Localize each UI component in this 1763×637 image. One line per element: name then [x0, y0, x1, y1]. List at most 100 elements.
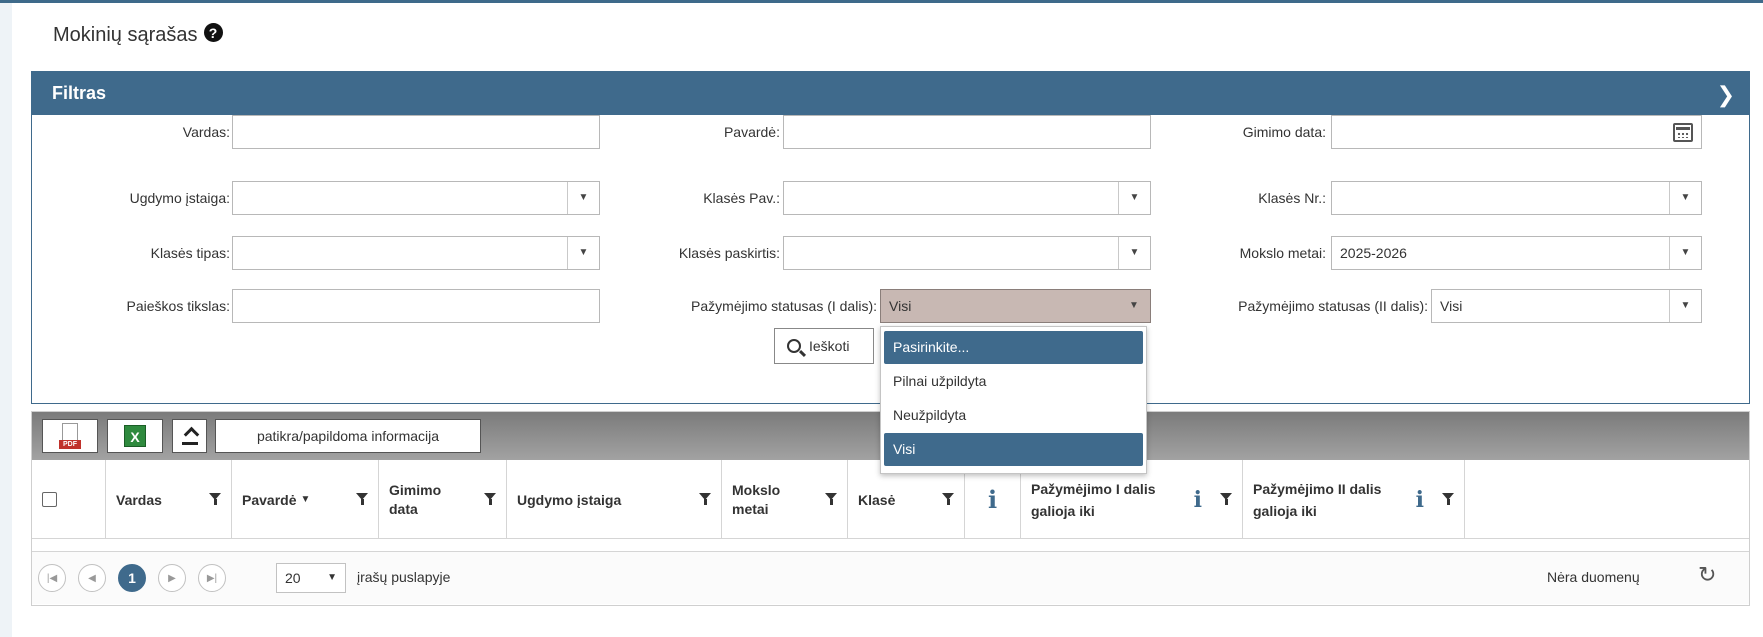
ugdymo-istaiga-select[interactable]: ▼: [232, 181, 600, 215]
info-check-label: patikra/papildoma informacija: [256, 428, 440, 444]
sort-desc-icon: ▼: [300, 494, 311, 505]
pager-status: Nėra duomenų: [1547, 569, 1640, 585]
last-page-button[interactable]: ▶|: [198, 564, 226, 592]
filter-icon[interactable]: [484, 493, 496, 505]
pavarde-input[interactable]: [783, 115, 1151, 149]
dropdown-option[interactable]: Pasirinkite...: [884, 331, 1143, 364]
klases-paskirtis-select[interactable]: ▼: [783, 236, 1151, 270]
klases-paskirtis-label: Klasės paskirtis:: [678, 245, 780, 261]
top-border: [0, 0, 1763, 3]
chevron-down-icon: ▼: [327, 572, 337, 583]
chevron-down-icon: ▼: [1669, 182, 1701, 214]
info-check-button[interactable]: patikra/papildoma informacija: [215, 419, 481, 453]
paieskos-tikslas-input[interactable]: [232, 289, 600, 323]
chevron-down-icon: ▼: [1118, 237, 1150, 269]
filter-icon[interactable]: [1220, 493, 1232, 505]
chevron-down-icon: ▼: [1129, 300, 1139, 311]
col-mokslo-metai[interactable]: Mokslo metai: [722, 460, 848, 539]
chevron-down-icon: ▼: [1669, 237, 1701, 269]
col-gimimo-data[interactable]: Gimimo data: [379, 460, 507, 539]
col-mokslo-metai-label: Mokslo metai: [732, 481, 781, 517]
pazymejimo-1-value: Visi: [889, 298, 912, 314]
col-vardas[interactable]: Vardas: [106, 460, 232, 539]
filter-icon[interactable]: [942, 493, 954, 505]
col-pavarde[interactable]: Pavardė ▼: [232, 460, 379, 539]
chevron-down-icon: ▼: [567, 237, 599, 269]
filter-icon[interactable]: [356, 493, 368, 505]
gimimo-data-label: Gimimo data:: [1242, 124, 1326, 140]
search-button[interactable]: Ieškoti: [774, 328, 874, 364]
pazymejimo-1-select[interactable]: Visi ▼: [880, 289, 1151, 323]
dropdown-option[interactable]: Neužpildyta: [884, 399, 1143, 432]
next-page-button[interactable]: ▶: [158, 564, 186, 592]
prev-page-button[interactable]: ◀: [78, 564, 106, 592]
pazymejimo-1-dropdown: Pasirinkite... Pilnai užpildyta Neužpild…: [880, 326, 1147, 474]
page-title: Mokinių sąrašas ?: [53, 23, 223, 47]
mokslo-metai-select[interactable]: 2025-2026 ▼: [1331, 236, 1702, 270]
pavarde-label: Pavardė:: [723, 124, 780, 140]
mokslo-metai-label: Mokslo metai:: [1239, 245, 1326, 261]
col-pazymejimo-2[interactable]: Pažymėjimo II dalis galioja iki i: [1243, 460, 1465, 539]
pdf-icon: PDF: [59, 423, 81, 449]
klases-pav-select[interactable]: ▼: [783, 181, 1151, 215]
upload-button[interactable]: [172, 419, 207, 453]
pazymejimo-1-label: Pažymėjimo statusas (I dalis):: [691, 298, 877, 314]
select-all-checkbox[interactable]: [42, 492, 57, 507]
select-all-column: [32, 460, 106, 539]
pazymejimo-2-value: Visi: [1440, 298, 1463, 314]
filter-icon[interactable]: [1442, 493, 1454, 505]
excel-icon: X: [124, 425, 146, 447]
klases-nr-label: Klasės Nr.:: [1258, 190, 1326, 206]
dropdown-option[interactable]: Visi: [884, 433, 1143, 466]
vardas-input[interactable]: [232, 115, 600, 149]
gimimo-data-input[interactable]: [1331, 115, 1702, 149]
col-klase-label: Klasė: [858, 491, 896, 508]
info-icon[interactable]: i: [988, 485, 997, 514]
chevron-right-icon[interactable]: ❯: [1717, 82, 1735, 108]
info-icon[interactable]: i: [1194, 489, 1202, 511]
filter-icon[interactable]: [209, 493, 221, 505]
current-page-button[interactable]: 1: [118, 564, 146, 592]
grid-body: [32, 539, 1749, 552]
search-button-label: Ieškoti: [809, 338, 850, 354]
mokslo-metai-value: 2025-2026: [1340, 245, 1407, 261]
filter-icon[interactable]: [825, 493, 837, 505]
klases-tipas-label: Klasės tipas:: [150, 245, 230, 261]
chevron-down-icon: ▼: [1669, 290, 1701, 322]
col-ugdymo-istaiga-label: Ugdymo įstaiga: [517, 491, 622, 508]
refresh-icon[interactable]: ↻: [1698, 562, 1716, 588]
page-title-text: Mokinių sąrašas: [53, 24, 198, 46]
pazymejimo-2-label: Pažymėjimo statusas (II dalis):: [1238, 298, 1428, 314]
grid-pager: |◀ ◀ 1 ▶ ▶| 20 ▼ įrašų puslapyje Nėra du…: [32, 552, 1749, 604]
info-icon[interactable]: i: [1416, 489, 1424, 511]
chevron-down-icon: ▼: [567, 182, 599, 214]
klases-tipas-select[interactable]: ▼: [232, 236, 600, 270]
search-icon: [787, 339, 801, 353]
filter-header[interactable]: Filtras ❯: [32, 72, 1749, 115]
col-pavarde-label: Pavardė: [242, 491, 297, 508]
export-pdf-button[interactable]: PDF: [42, 419, 98, 453]
vardas-label: Vardas:: [182, 124, 230, 140]
page-size-select[interactable]: 20 ▼: [276, 563, 346, 593]
filter-title: Filtras: [52, 83, 107, 103]
export-excel-button[interactable]: X: [107, 419, 163, 453]
help-icon[interactable]: ?: [203, 23, 223, 42]
page-size-label: įrašų puslapyje: [357, 569, 451, 585]
klases-nr-select[interactable]: ▼: [1331, 181, 1702, 215]
calendar-icon[interactable]: [1673, 123, 1693, 142]
upload-icon: [181, 427, 198, 445]
col-pazymejimo-1-label: Pažymėjimo I dalis galioja iki: [1031, 480, 1156, 519]
paieskos-tikslas-label: Paieškos tikslas:: [126, 298, 230, 314]
col-ugdymo-istaiga[interactable]: Ugdymo įstaiga: [507, 460, 722, 539]
filter-icon[interactable]: [699, 493, 711, 505]
col-vardas-label: Vardas: [116, 491, 162, 508]
left-edge-strip: [0, 3, 12, 637]
first-page-button[interactable]: |◀: [38, 564, 66, 592]
col-pazymejimo-2-label: Pažymėjimo II dalis galioja iki: [1253, 480, 1382, 519]
chevron-down-icon: ▼: [1118, 182, 1150, 214]
dropdown-option[interactable]: Pilnai užpildyta: [884, 365, 1143, 398]
pazymejimo-2-select[interactable]: Visi ▼: [1431, 289, 1702, 323]
ugdymo-istaiga-label: Ugdymo įstaiga:: [129, 190, 230, 206]
col-gimimo-data-label: Gimimo data: [389, 481, 442, 517]
page-size-value: 20: [285, 570, 301, 586]
